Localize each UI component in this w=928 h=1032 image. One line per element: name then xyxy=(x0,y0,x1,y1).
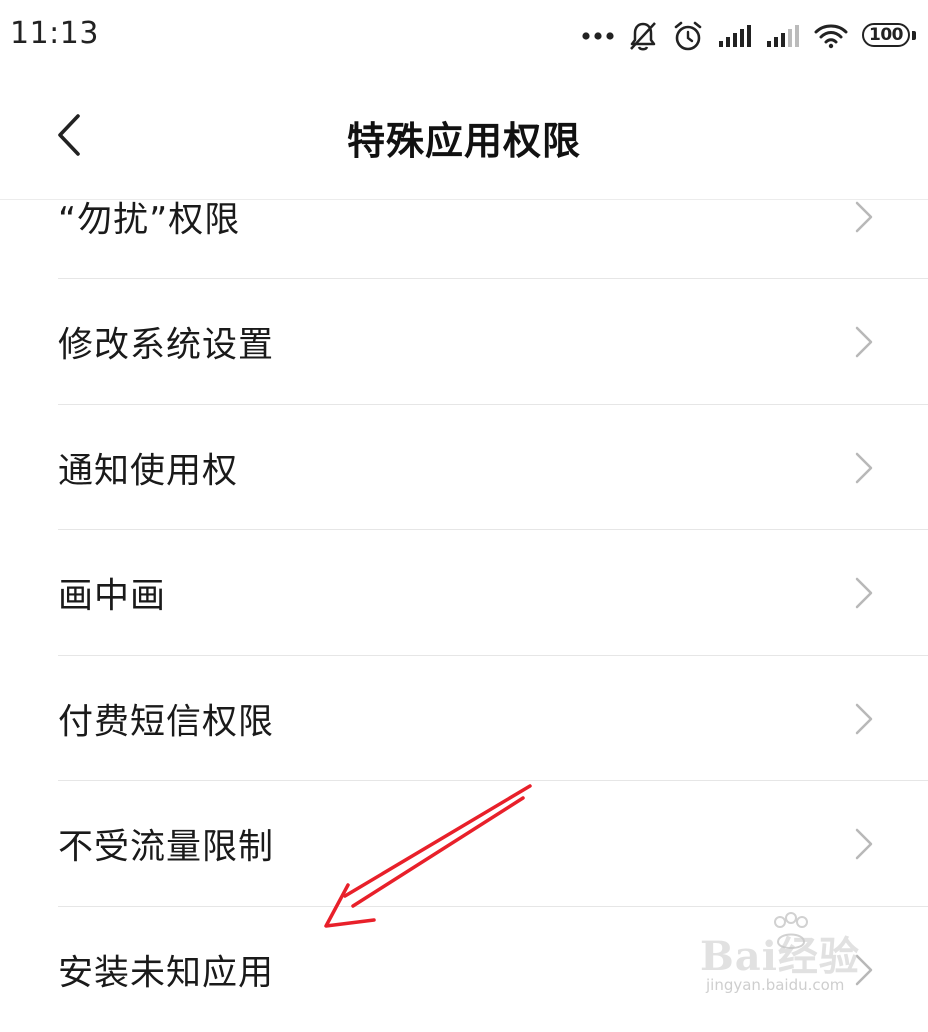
battery-level: 100 xyxy=(869,24,904,45)
alarm-icon xyxy=(674,21,702,51)
chevron-right-icon xyxy=(855,326,873,357)
wifi-icon xyxy=(814,24,848,49)
chevron-right-icon xyxy=(855,954,873,985)
list-item-label: 安装未知应用 xyxy=(58,953,275,993)
list-item-label: 付费短信权限 xyxy=(58,702,275,742)
signal-icon xyxy=(719,25,751,47)
chevron-right-icon xyxy=(855,452,873,483)
chevron-right-icon xyxy=(855,201,873,232)
chevron-right-icon xyxy=(855,703,873,734)
list-item-picture-in-picture[interactable]: 画中画 xyxy=(0,530,928,655)
mute-bell-icon xyxy=(630,22,656,51)
chevron-right-icon xyxy=(855,577,873,608)
status-time: 11:13 xyxy=(10,16,99,51)
status-bar: 11:13 100 xyxy=(0,0,928,72)
list-item-label: 修改系统设置 xyxy=(58,325,275,365)
status-icons: 100 xyxy=(582,14,918,58)
chevron-right-icon xyxy=(855,828,873,859)
battery-icon: 100 xyxy=(862,23,918,49)
signal-icon xyxy=(767,25,799,47)
list-item-label: 不受流量限制 xyxy=(58,827,275,867)
list-item-label: 通知使用权 xyxy=(58,451,239,491)
list-item-label: “勿扰”权限 xyxy=(58,200,241,240)
list-item-modify-system-settings[interactable]: 修改系统设置 xyxy=(0,279,928,404)
list-item-notification-access[interactable]: 通知使用权 xyxy=(0,405,928,530)
list-item-label: 画中画 xyxy=(58,576,167,616)
list-item-unrestricted-data[interactable]: 不受流量限制 xyxy=(0,781,928,906)
list-item-do-not-disturb[interactable]: “勿扰”权限 xyxy=(0,154,928,279)
list-item-premium-sms[interactable]: 付费短信权限 xyxy=(0,656,928,781)
list-item-install-unknown-apps[interactable]: 安装未知应用 xyxy=(0,907,928,1032)
more-dots-icon xyxy=(582,32,614,40)
